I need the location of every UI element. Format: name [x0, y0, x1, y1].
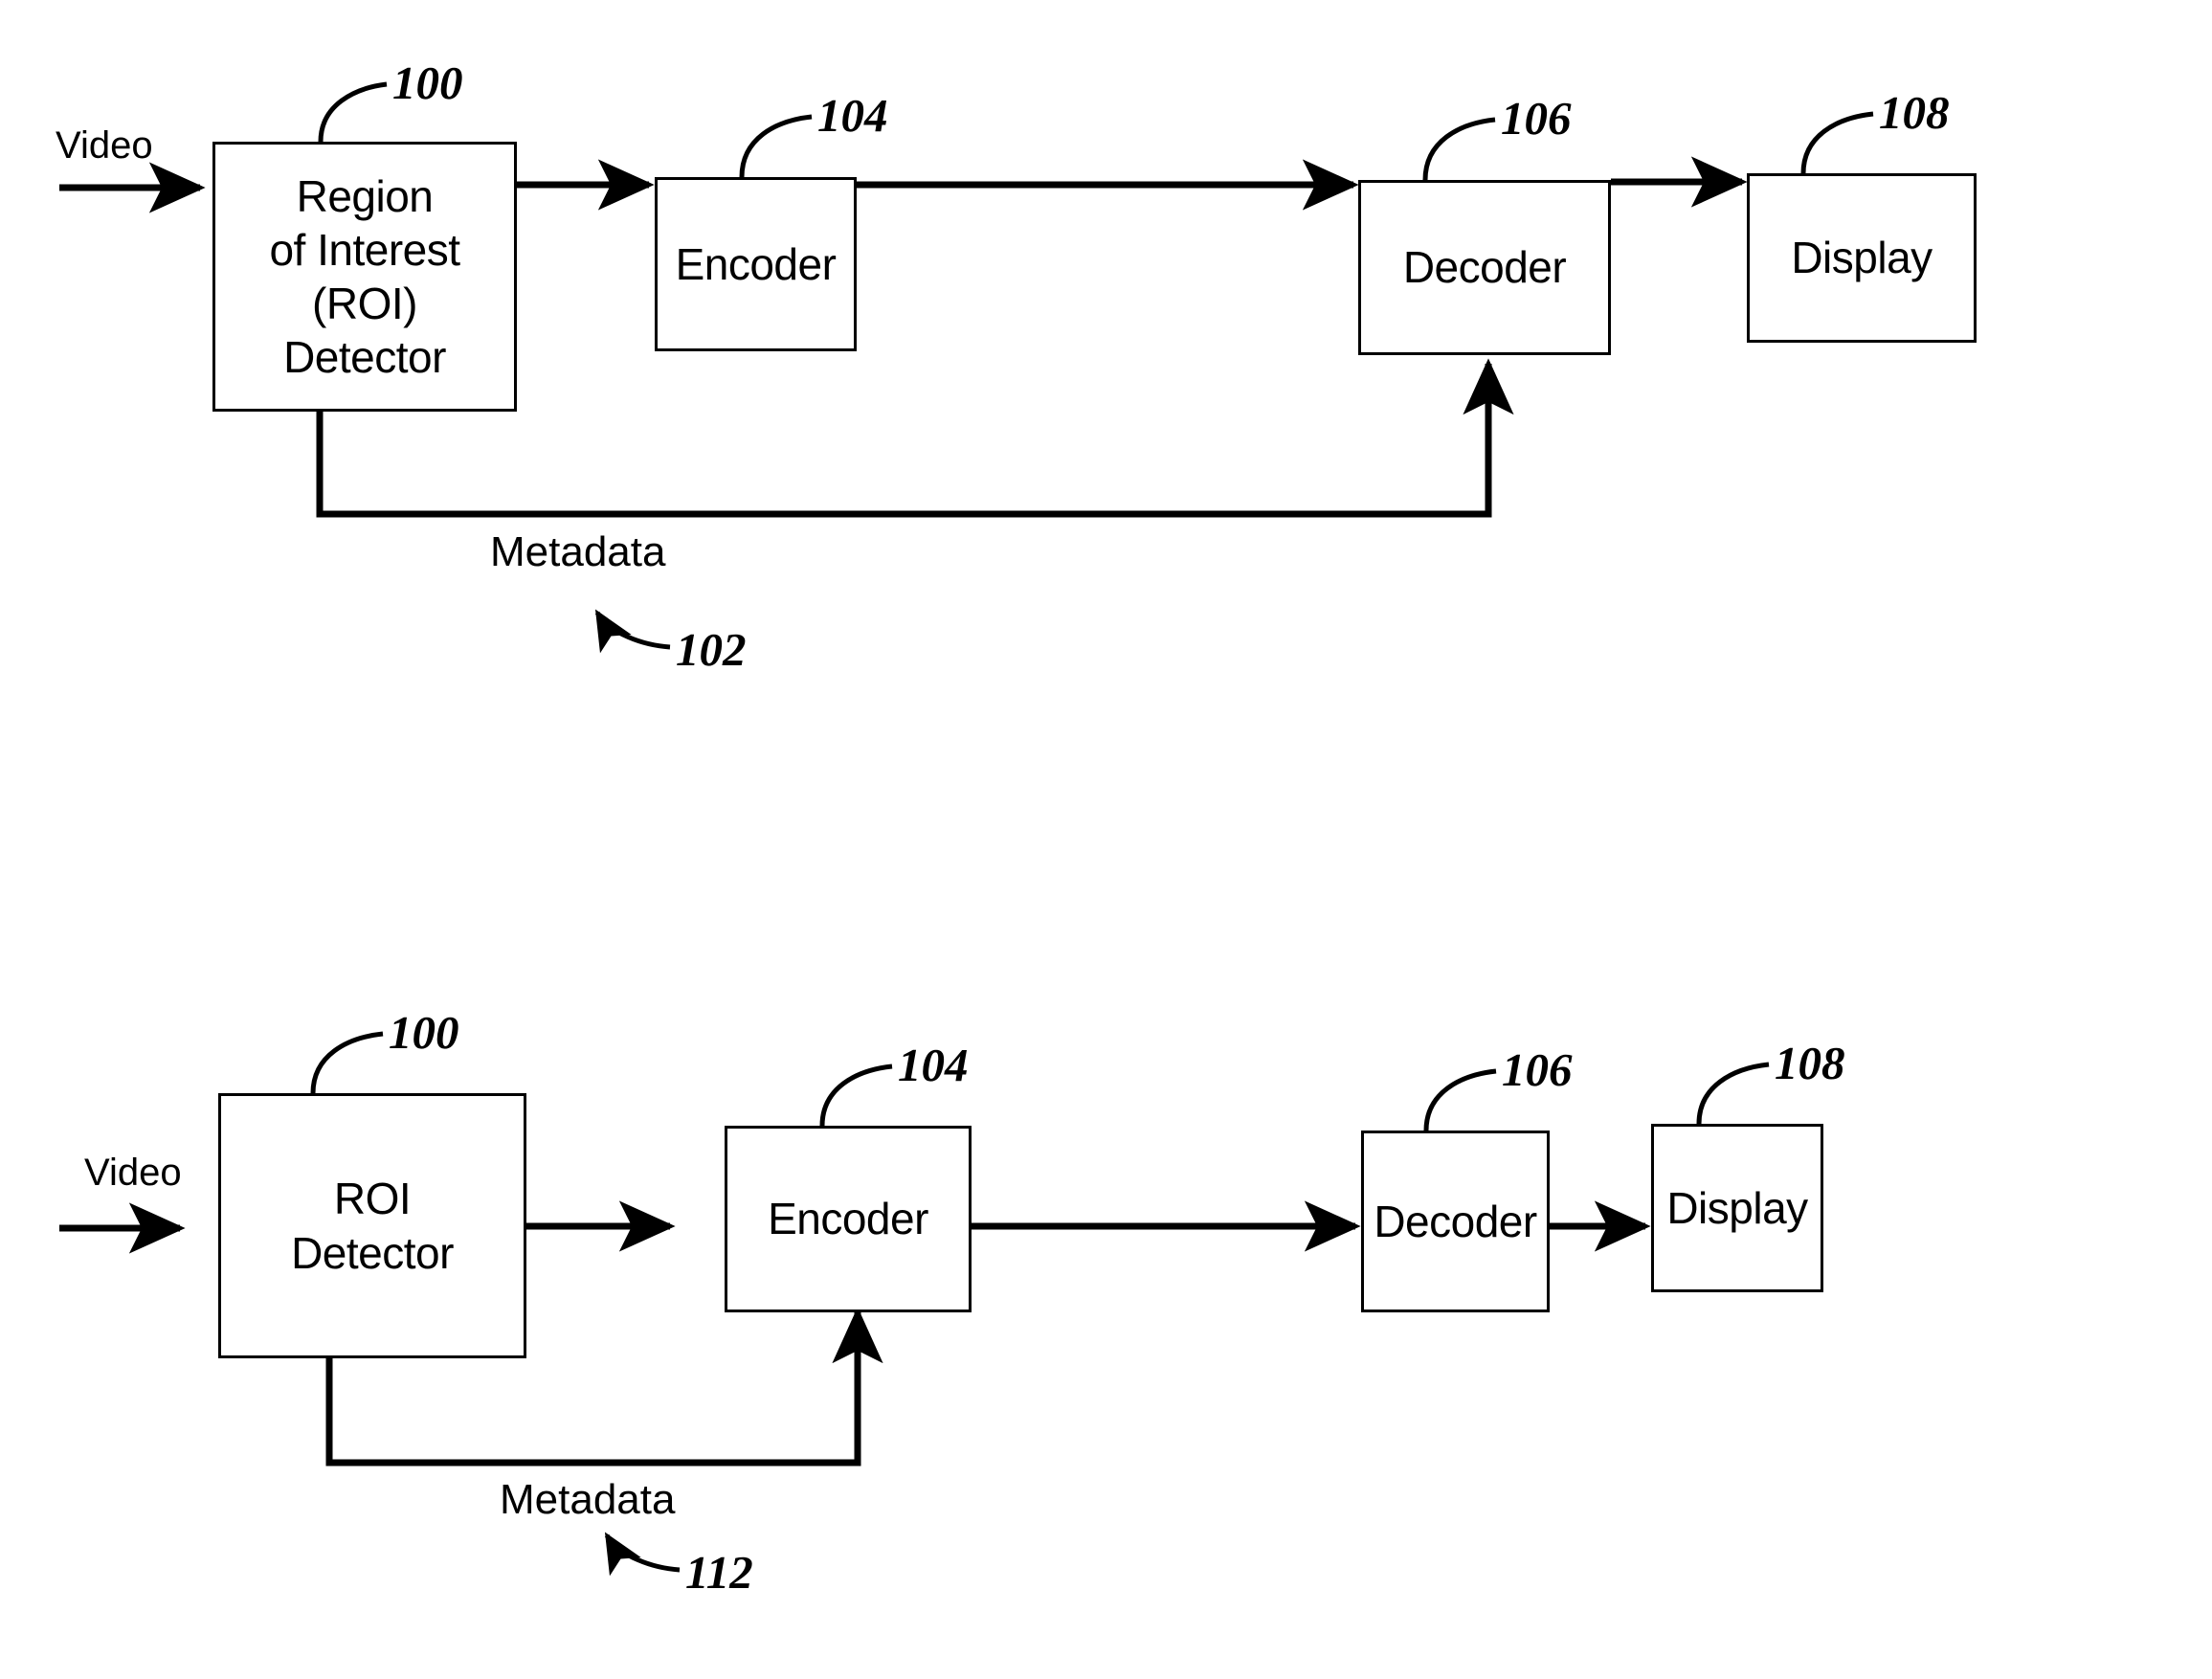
block-decoder-upper: Decoder: [1358, 180, 1611, 355]
leader-106-lower: [1423, 1068, 1497, 1131]
metadata-label-lower: Metadata: [500, 1476, 676, 1523]
ref-number-100-lower: 100: [389, 1006, 459, 1059]
ref-number-100-upper: 100: [392, 56, 463, 109]
input-label-video-lower: Video: [84, 1152, 182, 1194]
leader-102-upper: [594, 609, 671, 654]
ref-number-106-upper: 106: [1501, 92, 1572, 145]
ref-number-104-lower: 104: [898, 1039, 969, 1091]
block-label-roi-detector-upper: Region of Interest (ROI) Detector: [269, 170, 460, 383]
leader-100-lower: [310, 1031, 384, 1094]
leader-108-lower: [1696, 1062, 1770, 1125]
ref-number-108-lower: 108: [1775, 1037, 1845, 1089]
ref-number-102-upper: 102: [676, 623, 747, 676]
block-label-decoder-lower: Decoder: [1374, 1196, 1537, 1246]
block-label-display-upper: Display: [1791, 233, 1933, 283]
leader-108-upper: [1800, 111, 1874, 174]
leader-100-upper: [318, 81, 388, 143]
leader-104-upper: [739, 114, 813, 178]
leader-104-lower: [819, 1063, 893, 1127]
block-label-roi-detector-lower: ROI Detector: [291, 1174, 454, 1278]
figure-canvas: Video Region of Interest (ROI) Detector …: [0, 0, 2212, 1679]
leader-106-upper: [1422, 117, 1496, 181]
block-decoder-lower: Decoder: [1361, 1131, 1550, 1312]
block-roi-detector-lower: ROI Detector: [218, 1093, 526, 1358]
leader-112-lower: [604, 1532, 681, 1577]
block-label-decoder-upper: Decoder: [1402, 242, 1567, 293]
ref-number-106-lower: 106: [1502, 1043, 1573, 1096]
input-label-video-upper: Video: [56, 124, 153, 167]
block-label-encoder-upper: Encoder: [675, 238, 837, 289]
block-encoder-upper: Encoder: [655, 177, 857, 351]
block-label-display-lower: Display: [1666, 1182, 1808, 1233]
block-display-lower: Display: [1651, 1124, 1823, 1292]
ref-number-108-upper: 108: [1879, 86, 1950, 139]
metadata-label-upper: Metadata: [490, 528, 666, 575]
block-roi-detector-upper: Region of Interest (ROI) Detector: [212, 142, 517, 412]
ref-number-112-lower: 112: [685, 1546, 753, 1599]
block-display-upper: Display: [1747, 173, 1977, 343]
block-encoder-lower: Encoder: [725, 1126, 972, 1312]
block-label-encoder-lower: Encoder: [768, 1194, 928, 1244]
ref-number-104-upper: 104: [817, 89, 888, 142]
